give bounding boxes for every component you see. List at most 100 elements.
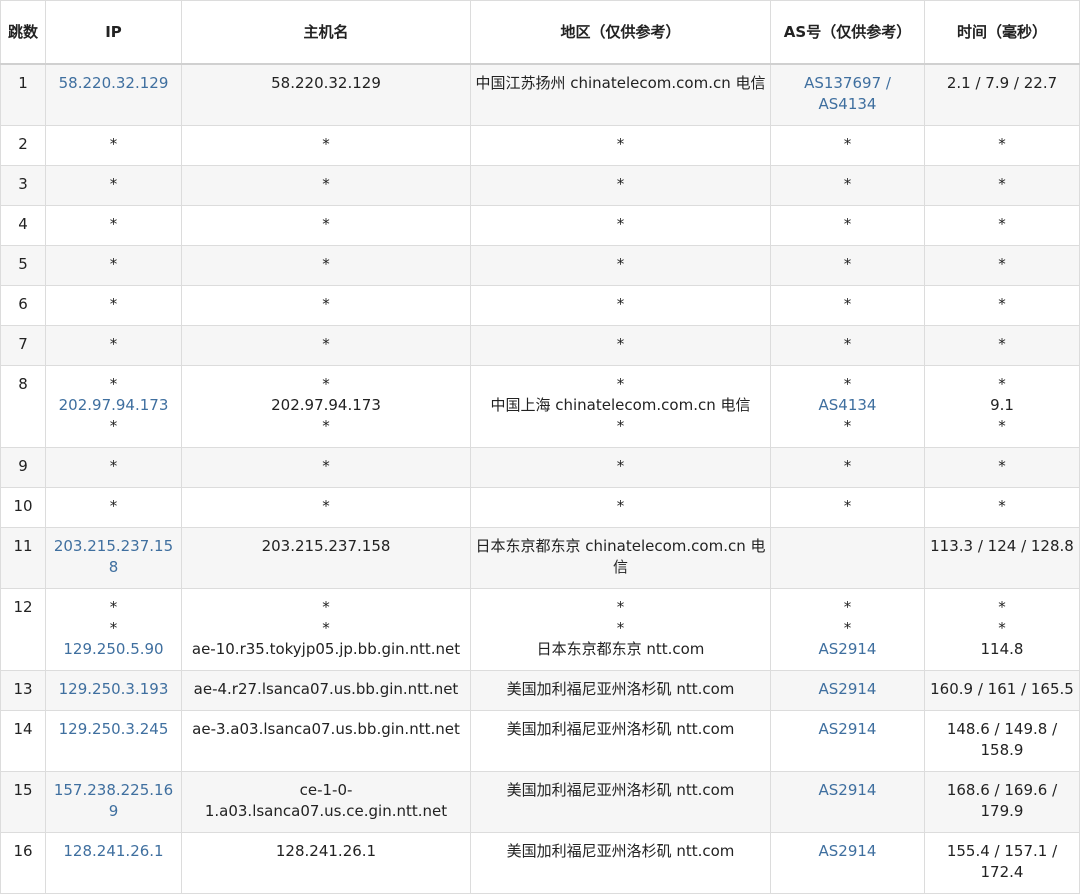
- time-value: 160.9 / 161 / 165.5: [930, 680, 1074, 698]
- host-value: *: [322, 215, 330, 233]
- as-value: *: [843, 619, 852, 637]
- hop-cell: 15: [0, 771, 46, 833]
- region-value: 美国加利福尼亚州洛杉矶 ntt.com: [506, 781, 735, 799]
- as-cell: *: [770, 487, 925, 528]
- host-value: ce-1-0-1.a03.lsanca07.us.ce.gin.ntt.net: [204, 781, 448, 820]
- table-row: 13 129.250.3.193 ae-4.r27.lsanca07.us.bb.g…: [0, 670, 1080, 711]
- header-ip: IP: [45, 0, 182, 65]
- region-value: 中国江苏扬州 chinatelecom.com.cn 电信: [475, 74, 766, 92]
- table-header-row: 跳数 IP 主机名 地区（仅供参考） AS号（仅供参考） 时间（毫秒）: [0, 0, 1080, 65]
- ip-link[interactable]: 129.250.3.245: [50, 719, 177, 740]
- region-value: *: [616, 457, 625, 475]
- hostname-cell: *: [181, 165, 471, 206]
- hostname-cell: 128.241.26.1: [181, 832, 471, 894]
- table-row: 2 * * * * *: [0, 125, 1080, 166]
- table-row: 14 129.250.3.245 ae-3.a03.lsanca07.us.bb.g…: [0, 710, 1080, 772]
- region-cell: * 中国上海 chinatelecom.com.cn 电信 *: [470, 365, 771, 448]
- region-value: 中国上海 chinatelecom.com.cn 电信: [490, 396, 751, 414]
- time-cell: *: [924, 285, 1080, 326]
- ip-cell: *: [45, 447, 182, 488]
- ip-value: *: [109, 457, 118, 475]
- region-value: *: [616, 619, 625, 637]
- time-cell: *: [924, 205, 1080, 246]
- as-link[interactable]: AS2914: [775, 679, 920, 700]
- region-cell: * * 日本东京都东京 ntt.com: [470, 588, 771, 671]
- time-value: 155.4 / 157.1 / 172.4: [946, 842, 1058, 881]
- as-cell: * AS4134 *: [770, 365, 925, 448]
- hop-cell: 4: [0, 205, 46, 246]
- time-value: 9.1: [990, 396, 1014, 414]
- as-value: *: [843, 295, 852, 313]
- ip-cell: *: [45, 245, 182, 286]
- as-cell: [770, 527, 925, 589]
- hostname-cell: *: [181, 487, 471, 528]
- table-row: 12 * * 129.250.5.90 * * ae-10.r35.tokyjp05.jp.…: [0, 588, 1080, 671]
- ip-cell: *: [45, 165, 182, 206]
- host-value: *: [322, 619, 330, 637]
- region-value: *: [616, 255, 625, 273]
- ip-link[interactable]: 129.250.5.90: [50, 639, 177, 660]
- hostname-cell: ce-1-0-1.a03.lsanca07.us.ce.gin.ntt.net: [181, 771, 471, 833]
- table-row: 4 * * * * *: [0, 205, 1080, 246]
- time-value: *: [998, 335, 1006, 353]
- ip-link[interactable]: 128.241.26.1: [50, 841, 177, 862]
- hostname-cell: * * ae-10.r35.tokyjp05.jp.bb.gin.ntt.net: [181, 588, 471, 671]
- region-value: *: [616, 497, 625, 515]
- ip-cell: 129.250.3.193: [45, 670, 182, 711]
- time-cell: *: [924, 245, 1080, 286]
- ip-cell: * 202.97.94.173 *: [45, 365, 182, 448]
- time-value: 113.3 / 124 / 128.8: [930, 537, 1074, 555]
- region-cell: *: [470, 285, 771, 326]
- host-value: 203.215.237.158: [261, 537, 391, 555]
- region-value: *: [616, 135, 625, 153]
- region-value: 美国加利福尼亚州洛杉矶 ntt.com: [506, 842, 735, 860]
- time-cell: *: [924, 165, 1080, 206]
- host-value: ae-3.a03.lsanca07.us.bb.gin.ntt.net: [192, 720, 460, 738]
- time-value: *: [998, 135, 1006, 153]
- ip-cell: 128.241.26.1: [45, 832, 182, 894]
- time-value: *: [998, 175, 1006, 193]
- host-value: *: [322, 335, 330, 353]
- hop-cell: 9: [0, 447, 46, 488]
- ip-link[interactable]: 129.250.3.193: [50, 679, 177, 700]
- host-value: *: [322, 457, 330, 475]
- as-value: *: [843, 255, 852, 273]
- region-value: *: [616, 598, 625, 616]
- as-link[interactable]: AS2914: [775, 780, 920, 801]
- time-value: 2.1 / 7.9 / 22.7: [946, 74, 1058, 92]
- host-value: 202.97.94.173: [271, 396, 381, 414]
- as-link[interactable]: AS137697 / AS4134: [775, 73, 920, 115]
- region-value: 美国加利福尼亚州洛杉矶 ntt.com: [506, 720, 735, 738]
- region-value: *: [616, 375, 625, 393]
- as-cell: AS2914: [770, 670, 925, 711]
- region-cell: *: [470, 165, 771, 206]
- ip-cell: 203.215.237.158: [45, 527, 182, 589]
- table-row: 10 * * * * *: [0, 487, 1080, 528]
- as-cell: *: [770, 165, 925, 206]
- hop-cell: 3: [0, 165, 46, 206]
- ip-link[interactable]: 203.215.237.158: [50, 536, 177, 578]
- ip-value: *: [109, 215, 118, 233]
- as-cell: AS2914: [770, 771, 925, 833]
- table-row: 15 157.238.225.169 ce-1-0-1.a03.lsanca07.u…: [0, 771, 1080, 833]
- table-row: 3 * * * * *: [0, 165, 1080, 206]
- region-cell: *: [470, 205, 771, 246]
- ip-value: *: [109, 497, 118, 515]
- ip-cell: *: [45, 125, 182, 166]
- as-link[interactable]: AS2914: [775, 841, 920, 862]
- as-value: *: [843, 457, 852, 475]
- as-link[interactable]: AS2914: [775, 639, 920, 660]
- region-value: *: [616, 295, 625, 313]
- hostname-cell: *: [181, 205, 471, 246]
- table-row: 16 128.241.26.1 128.241.26.1 美国加利福尼亚州洛杉矶 nt…: [0, 832, 1080, 894]
- ip-link[interactable]: 202.97.94.173: [50, 395, 177, 416]
- host-value: 58.220.32.129: [271, 74, 381, 92]
- ip-link[interactable]: 58.220.32.129: [50, 73, 177, 94]
- header-hop: 跳数: [0, 0, 46, 65]
- region-cell: *: [470, 487, 771, 528]
- ip-link[interactable]: 157.238.225.169: [50, 780, 177, 822]
- as-link[interactable]: AS4134: [775, 395, 920, 416]
- ip-value: *: [109, 417, 118, 435]
- as-value: *: [843, 335, 852, 353]
- as-link[interactable]: AS2914: [775, 719, 920, 740]
